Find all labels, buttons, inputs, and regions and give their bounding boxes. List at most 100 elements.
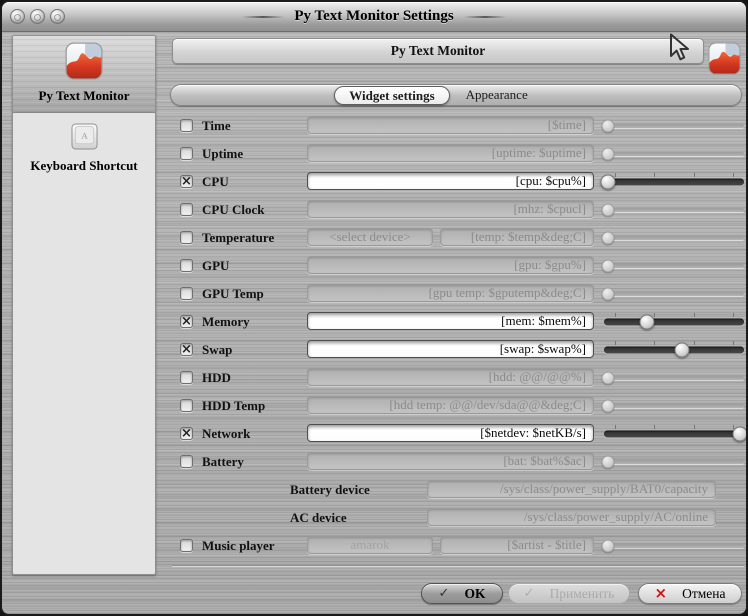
hdd-checkbox[interactable] <box>180 371 193 384</box>
sidebar-item-label: Keyboard Shortcut <box>15 158 153 174</box>
slider-track <box>604 124 744 128</box>
gpu-format-field[interactable]: [gpu: $gpu%] <box>307 256 594 274</box>
battery-device-label: Battery device <box>290 482 370 498</box>
sidebar-item-py-text-monitor[interactable]: Py Text Monitor <box>13 36 155 113</box>
title-decoration-right <box>464 16 506 18</box>
uptime-checkbox[interactable] <box>180 147 193 160</box>
uptime-format-field[interactable]: [uptime: $uptime] <box>307 144 594 162</box>
slider-handle[interactable] <box>602 400 615 413</box>
cancel-button[interactable]: × Отмена <box>638 583 742 604</box>
maximize-icon[interactable] <box>50 9 65 24</box>
battery-checkbox[interactable] <box>180 455 193 468</box>
swap-size-slider[interactable] <box>604 341 744 359</box>
gpu-temp-size-slider[interactable] <box>604 285 744 303</box>
slider-handle[interactable] <box>675 343 690 358</box>
time-size-slider[interactable] <box>604 117 744 135</box>
slider-track <box>604 179 744 186</box>
slider-handle[interactable] <box>602 232 615 245</box>
slider-tick <box>694 313 695 317</box>
slider-handle[interactable] <box>602 372 615 385</box>
battery-label: Battery <box>202 454 244 470</box>
slider-handle[interactable] <box>602 120 615 133</box>
hdd-temp-size-slider[interactable] <box>604 397 744 415</box>
slider-handle[interactable] <box>602 204 615 217</box>
slider-tick <box>654 341 655 345</box>
cpu-checkbox[interactable]: × <box>180 175 193 188</box>
hdd-temp-format-field[interactable]: [hdd temp: @@/dev/sda@@&deg;C] <box>307 396 594 414</box>
temperature-label: Temperature <box>202 230 274 246</box>
row-cpu: ×CPU[cpu: $cpu%] <box>172 168 746 196</box>
gpu-size-slider[interactable] <box>604 257 744 275</box>
tab-appearance[interactable]: Appearance <box>466 87 528 103</box>
music-player-format-field[interactable]: [$artist - $title] <box>440 536 594 554</box>
memory-format-field[interactable]: [mem: $mem%] <box>307 312 594 330</box>
slider-handle[interactable] <box>601 175 616 190</box>
slider-handle[interactable] <box>602 540 615 553</box>
battery-device-path-field[interactable]: /sys/class/power_supply/BAT0/capacity <box>427 480 716 498</box>
slider-track <box>604 431 744 438</box>
music-player-size-slider[interactable] <box>604 537 744 555</box>
gpu-temp-checkbox[interactable] <box>180 287 193 300</box>
slider-handle[interactable] <box>602 288 615 301</box>
network-size-slider[interactable] <box>604 425 744 443</box>
swap-format-field[interactable]: [swap: $swap%] <box>307 340 594 358</box>
hdd-temp-checkbox[interactable] <box>180 399 193 412</box>
shade-icon[interactable] <box>30 9 45 24</box>
temperature-size-slider[interactable] <box>604 229 744 247</box>
slider-handle[interactable] <box>640 315 655 330</box>
titlebar-center: Py Text Monitor Settings <box>2 2 746 31</box>
battery-size-slider[interactable] <box>604 453 744 471</box>
monitor-graph-icon <box>65 42 103 80</box>
row-gpu: GPU[gpu: $gpu%] <box>172 252 746 280</box>
slider-track <box>604 544 744 548</box>
cpu-size-slider[interactable] <box>604 173 744 191</box>
row-uptime: Uptime[uptime: $uptime] <box>172 140 746 168</box>
music-player-label: Music player <box>202 538 275 554</box>
cpu-clock-size-slider[interactable] <box>604 201 744 219</box>
uptime-size-slider[interactable] <box>604 145 744 163</box>
slider-handle[interactable] <box>602 148 615 161</box>
page-title: Py Text Monitor <box>391 43 486 59</box>
battery-format-field[interactable]: [bat: $bat%$ac] <box>307 452 594 470</box>
slider-handle[interactable] <box>602 260 615 273</box>
slider-handle[interactable] <box>602 456 615 469</box>
temperature-device-select[interactable]: <select device> <box>307 228 433 246</box>
network-format-field[interactable]: [$netdev: $netKB/s] <box>307 424 594 442</box>
row-time: Time[$time] <box>172 112 746 140</box>
hdd-format-field[interactable]: [hdd: @@/@@%] <box>307 368 594 386</box>
check-icon: ✓ <box>439 587 450 600</box>
hdd-size-slider[interactable] <box>604 369 744 387</box>
apply-button[interactable]: ✓ Применить <box>508 583 630 604</box>
gpu-temp-format-field[interactable]: [gpu temp: $gputemp&deg;C] <box>307 284 594 302</box>
slider-tick <box>615 313 616 317</box>
memory-size-slider[interactable] <box>604 313 744 331</box>
row-battery-device: Battery device/sys/class/power_supply/BA… <box>172 476 746 504</box>
cpu-clock-checkbox[interactable] <box>180 203 193 216</box>
tab-widget-settings[interactable]: Widget settings <box>334 86 449 105</box>
network-checkbox[interactable]: × <box>180 427 193 440</box>
music-player-device-select[interactable]: amarok <box>307 536 433 554</box>
temperature-checkbox[interactable] <box>180 231 193 244</box>
ac-device-path-field[interactable]: /sys/class/power_supply/AC/online <box>427 508 716 526</box>
gpu-temp-label: GPU Temp <box>202 286 264 302</box>
cpu-clock-format-field[interactable]: [mhz: $cpucl] <box>307 200 594 218</box>
title-decoration-left <box>242 16 284 18</box>
slider-tick <box>654 425 655 429</box>
music-player-checkbox[interactable] <box>180 539 193 552</box>
gpu-checkbox[interactable] <box>180 259 193 272</box>
swap-checkbox[interactable]: × <box>180 343 193 356</box>
titlebar[interactable]: Py Text Monitor Settings <box>2 2 746 32</box>
slider-handle[interactable] <box>732 427 747 442</box>
temperature-format-field[interactable]: [temp: $temp&deg;C] <box>440 228 594 246</box>
time-checkbox[interactable] <box>180 119 193 132</box>
slider-track <box>604 404 744 408</box>
sidebar-item-keyboard-shortcut[interactable]: Keyboard Shortcut <box>13 113 155 182</box>
close-icon[interactable] <box>10 9 25 24</box>
slider-tick <box>733 313 734 317</box>
memory-checkbox[interactable]: × <box>180 315 193 328</box>
ok-button[interactable]: ✓ OK <box>421 583 503 604</box>
time-format-field[interactable]: [$time] <box>307 116 594 134</box>
cpu-format-field[interactable]: [cpu: $cpu%] <box>307 172 594 190</box>
mouse-cursor-icon <box>668 33 692 62</box>
slider-track <box>604 264 744 268</box>
